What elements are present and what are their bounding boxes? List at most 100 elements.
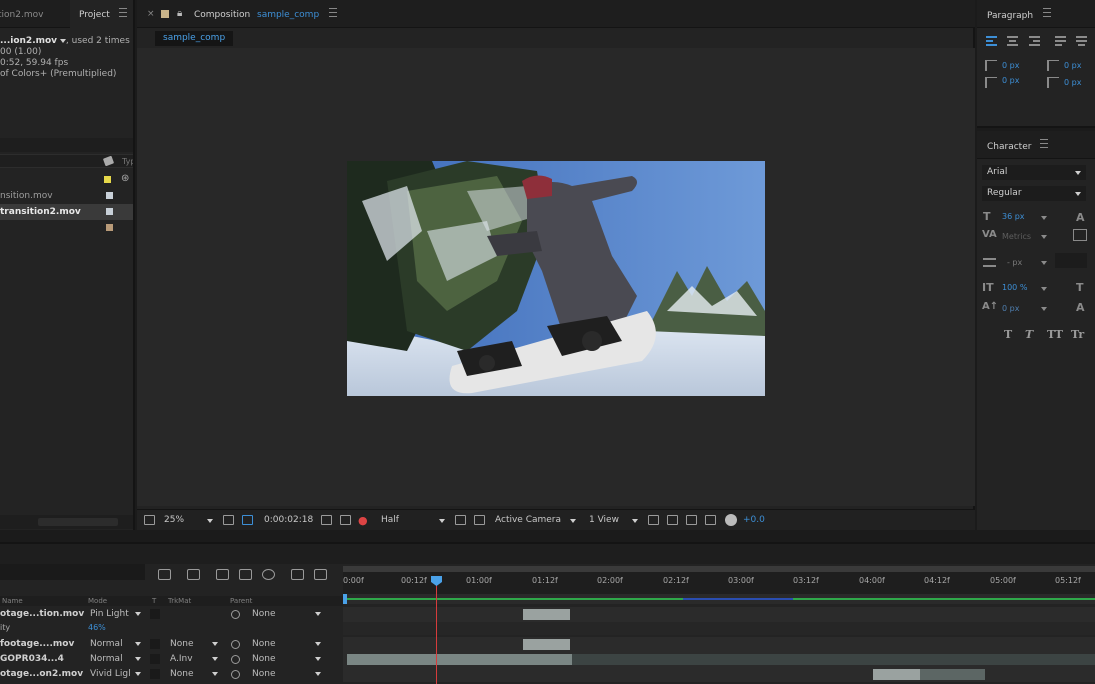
layer-row[interactable]: footage....mov Normal None None — [0, 637, 343, 652]
pick-whip-icon[interactable] — [231, 670, 240, 679]
graph-editor-icon[interactable] — [291, 569, 304, 580]
vertical-scale-value[interactable]: 100 % — [1002, 283, 1027, 292]
faux-bold-button[interactable]: T — [1004, 328, 1012, 341]
layer-row[interactable]: GOPR034...4 Normal A.Inv None — [0, 652, 343, 667]
chevron-down-icon[interactable] — [135, 672, 141, 676]
frame-blending-icon[interactable] — [239, 569, 252, 580]
col-parent[interactable]: Parent — [230, 597, 252, 605]
flowchart-icon[interactable] — [705, 515, 716, 525]
layer-name[interactable]: otage...on2.mov — [0, 669, 83, 679]
current-time-display[interactable]: 0:00:02:18 — [264, 515, 313, 525]
chevron-down-icon[interactable] — [632, 519, 638, 523]
view-layout-dropdown[interactable]: 1 View — [589, 515, 619, 525]
layer-bar[interactable] — [523, 639, 570, 650]
always-preview-icon[interactable] — [144, 515, 155, 525]
shy-layers-icon[interactable] — [216, 569, 229, 580]
motion-blur-icon[interactable] — [262, 569, 275, 580]
label-tag-icon[interactable] — [102, 155, 115, 167]
col-name[interactable]: Name — [2, 597, 23, 605]
transparency-grid-icon[interactable] — [474, 515, 485, 525]
comp-breadcrumb-tab[interactable]: sample_comp — [155, 31, 234, 46]
exposure-value[interactable]: +0.0 — [743, 515, 765, 525]
chevron-down-icon[interactable] — [135, 657, 141, 661]
character-title[interactable]: Character — [987, 142, 1031, 152]
work-area-start-handle[interactable] — [343, 594, 347, 604]
chevron-down-icon[interactable] — [315, 672, 321, 676]
layer-row[interactable]: otage...tion.mov Pin Light None — [0, 607, 343, 622]
chevron-down-icon[interactable] — [570, 519, 576, 523]
region-of-interest-icon[interactable] — [242, 515, 253, 525]
pick-whip-icon[interactable] — [231, 655, 240, 664]
timeline-icon[interactable] — [686, 515, 697, 525]
brainstorm-icon[interactable] — [314, 569, 327, 580]
chevron-down-icon[interactable] — [212, 672, 218, 676]
exposure-reset-icon[interactable] — [725, 514, 737, 526]
preserve-transparency-toggle[interactable] — [150, 609, 160, 619]
layer-parent[interactable]: None — [252, 654, 275, 664]
composition-tab-name[interactable]: sample_comp — [257, 10, 319, 20]
chevron-down-icon[interactable] — [1041, 261, 1047, 265]
font-style-dropdown[interactable]: Regular — [982, 186, 1086, 201]
opacity-value[interactable]: 46% — [88, 623, 106, 632]
layer-mode[interactable]: Vivid Ligl — [90, 669, 131, 679]
pick-whip-icon[interactable] — [231, 610, 240, 619]
project-item[interactable] — [0, 220, 133, 236]
col-t[interactable]: T — [152, 597, 156, 605]
draft-3d-icon[interactable] — [187, 569, 200, 580]
layer-mode[interactable]: Normal — [90, 654, 123, 664]
layer-parent[interactable]: None — [252, 609, 275, 619]
align-left-icon[interactable] — [986, 36, 997, 46]
layer-trkmat[interactable]: None — [170, 669, 193, 679]
layer-trkmat[interactable]: A.Inv — [170, 654, 193, 664]
project-item[interactable]: nsition.mov — [0, 188, 133, 204]
opacity-property-row[interactable]: ity 46% — [0, 622, 343, 635]
work-area-bar[interactable] — [343, 594, 1095, 604]
layer-track[interactable] — [343, 667, 1095, 682]
layer-track[interactable] — [343, 637, 1095, 652]
chevron-down-icon[interactable] — [212, 657, 218, 661]
align-right-icon[interactable] — [1029, 36, 1040, 46]
font-size-value[interactable]: 36 px — [1002, 212, 1025, 221]
chevron-down-icon[interactable] — [315, 612, 321, 616]
baseline-shift-value[interactable]: 0 px — [1002, 304, 1019, 313]
paragraph-title[interactable]: Paragraph — [987, 11, 1033, 21]
toggle-pixel-aspect-icon[interactable] — [648, 515, 659, 525]
layer-parent[interactable]: None — [252, 639, 275, 649]
justify-center-icon[interactable] — [1076, 36, 1087, 46]
chevron-down-icon[interactable] — [207, 519, 213, 523]
space-after-value[interactable]: 0 px — [1064, 78, 1081, 87]
layer-name[interactable]: GOPR034...4 — [0, 654, 64, 664]
fast-previews-icon[interactable] — [455, 515, 466, 525]
show-snapshot-icon[interactable] — [340, 515, 351, 525]
layer-name[interactable]: footage....mov — [0, 639, 74, 649]
kerning-value[interactable]: Metrics — [1002, 232, 1031, 241]
chevron-down-icon[interactable] — [1041, 235, 1047, 239]
panel-menu-icon[interactable] — [119, 8, 127, 17]
tab-project[interactable]: Project — [79, 10, 110, 20]
layer-parent[interactable]: None — [252, 669, 275, 679]
chevron-down-icon[interactable] — [1041, 216, 1047, 220]
project-item-selected[interactable]: transition2.mov — [0, 204, 133, 220]
leading-value[interactable]: - px — [1007, 258, 1022, 267]
panel-menu-icon[interactable] — [1040, 139, 1048, 148]
indent-right-value[interactable]: 0 px — [1002, 76, 1019, 85]
zoom-dropdown[interactable]: 25% — [164, 515, 184, 525]
font-family-dropdown[interactable]: Arial — [982, 165, 1086, 180]
panel-menu-icon[interactable] — [329, 8, 337, 17]
col-trkmat[interactable]: TrkMat — [168, 597, 191, 605]
preserve-transparency-toggle[interactable] — [150, 654, 160, 664]
composition-viewer[interactable] — [137, 48, 975, 506]
project-search-bar[interactable] — [0, 138, 133, 152]
layer-name[interactable]: otage...tion.mov — [0, 609, 84, 619]
tab-footage[interactable]: tion2.mov — [0, 10, 43, 20]
stroke-type-dropdown[interactable] — [1055, 253, 1087, 268]
layer-bar[interactable] — [873, 669, 920, 680]
close-icon[interactable]: × — [147, 9, 155, 19]
time-navigator[interactable] — [343, 566, 1095, 572]
resolution-dropdown[interactable]: Half — [381, 515, 399, 525]
panel-menu-icon[interactable] — [1043, 8, 1051, 17]
layer-mode[interactable]: Pin Light — [90, 609, 129, 619]
layer-bar[interactable] — [347, 654, 572, 665]
timeline-search-input[interactable] — [0, 564, 145, 580]
layer-trkmat[interactable]: None — [170, 639, 193, 649]
